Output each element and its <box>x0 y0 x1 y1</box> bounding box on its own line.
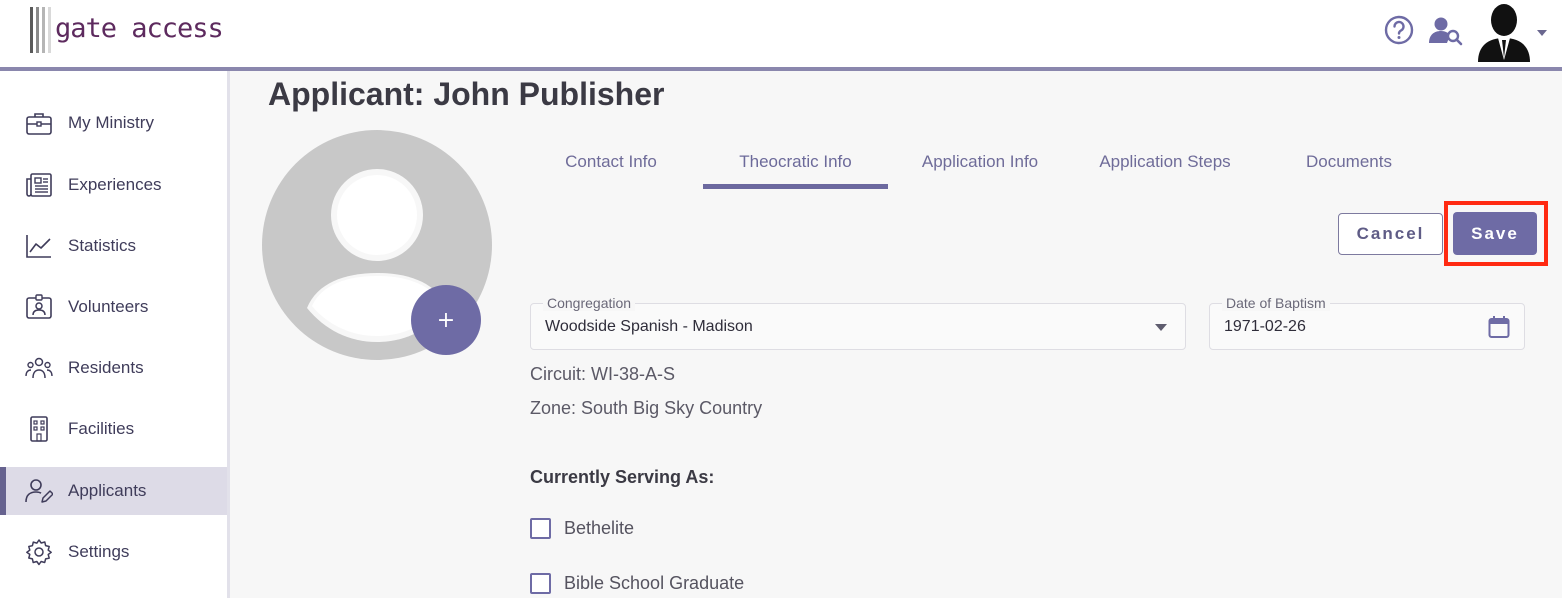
active-tab-indicator <box>703 184 888 189</box>
chevron-down-icon[interactable] <box>1155 324 1167 331</box>
baptism-date-field[interactable]: Date of Baptism 1971-02-26 <box>1209 295 1525 350</box>
header-divider <box>0 67 1562 71</box>
top-header: gate access <box>0 0 1562 68</box>
tab-theocratic-info[interactable]: Theocratic Info <box>703 140 888 190</box>
sidebar-item-label: Applicants <box>68 481 147 500</box>
cancel-button[interactable]: Cancel <box>1338 213 1443 255</box>
user-avatar-icon[interactable] <box>1476 2 1532 62</box>
sidebar-item-experiences[interactable]: Experiences <box>6 161 227 209</box>
congregation-value: Woodside Spanish - Madison <box>545 318 753 335</box>
sidebar-item-statistics[interactable]: Statistics <box>6 222 227 270</box>
sidebar-item-label: Experiences <box>68 175 162 194</box>
gear-icon <box>26 539 52 566</box>
tab-contact-info[interactable]: Contact Info <box>540 140 682 190</box>
tab-application-info[interactable]: Application Info <box>900 140 1060 190</box>
sidebar-item-my-ministry[interactable]: My Ministry <box>6 99 227 147</box>
line-chart-icon <box>26 235 51 258</box>
people-group-icon <box>25 357 53 379</box>
page-title: Applicant: John Publisher <box>268 76 665 112</box>
sidebar-item-label: Statistics <box>68 236 137 255</box>
baptism-date-value: 1971-02-26 <box>1224 318 1306 335</box>
add-photo-button[interactable]: + <box>411 285 481 355</box>
sidebar-item-label: Volunteers <box>68 297 149 316</box>
logo-bars <box>30 7 51 53</box>
checkbox-bible-school-graduate[interactable]: Bible School Graduate <box>530 571 744 595</box>
serving-heading: Currently Serving As: <box>530 467 715 487</box>
briefcase-icon <box>26 113 52 135</box>
sidebar: My Ministry Experiences Statistics Volun… <box>0 71 230 598</box>
checkbox-box[interactable] <box>530 517 551 539</box>
sidebar-item-volunteers[interactable]: Volunteers <box>6 283 227 331</box>
sidebar-item-label: Settings <box>68 542 130 561</box>
user-edit-icon <box>25 479 53 503</box>
sidebar-item-label: Facilities <box>68 419 135 438</box>
sidebar-item-residents[interactable]: Residents <box>6 344 227 392</box>
chevron-down-icon[interactable] <box>1537 30 1547 36</box>
calendar-icon[interactable] <box>1488 315 1510 339</box>
save-button[interactable]: Save <box>1453 212 1537 255</box>
tab-application-steps[interactable]: Application Steps <box>1080 140 1250 190</box>
id-badge-icon <box>26 294 52 319</box>
user-search-icon[interactable] <box>1428 16 1464 46</box>
checkbox-box[interactable] <box>530 572 551 594</box>
tab-documents[interactable]: Documents <box>1285 140 1413 190</box>
help-circle-icon[interactable] <box>1384 15 1414 45</box>
checkbox-bethelite[interactable]: Bethelite <box>530 516 634 540</box>
sidebar-item-applicants[interactable]: Applicants <box>0 467 227 515</box>
sidebar-item-label: Residents <box>68 358 144 377</box>
congregation-select[interactable]: Congregation Woodside Spanish - Madison <box>530 295 1186 350</box>
app-logo[interactable]: gate access <box>30 6 224 54</box>
checkbox-label: Bible School Graduate <box>564 572 745 593</box>
zone-text: Zone: South Big Sky Country <box>530 398 763 418</box>
baptism-date-label: Date of Baptism <box>1222 295 1330 311</box>
sidebar-item-label: My Ministry <box>68 113 154 132</box>
sidebar-item-settings[interactable]: Settings <box>6 528 227 576</box>
circuit-text: Circuit: WI-38-A-S <box>530 364 676 384</box>
newspaper-icon <box>26 173 52 197</box>
building-icon <box>30 416 48 442</box>
congregation-label: Congregation <box>543 295 636 311</box>
checkbox-label: Bethelite <box>564 517 635 538</box>
sidebar-item-facilities[interactable]: Facilities <box>6 405 227 453</box>
logo-text: gate access <box>55 12 224 44</box>
